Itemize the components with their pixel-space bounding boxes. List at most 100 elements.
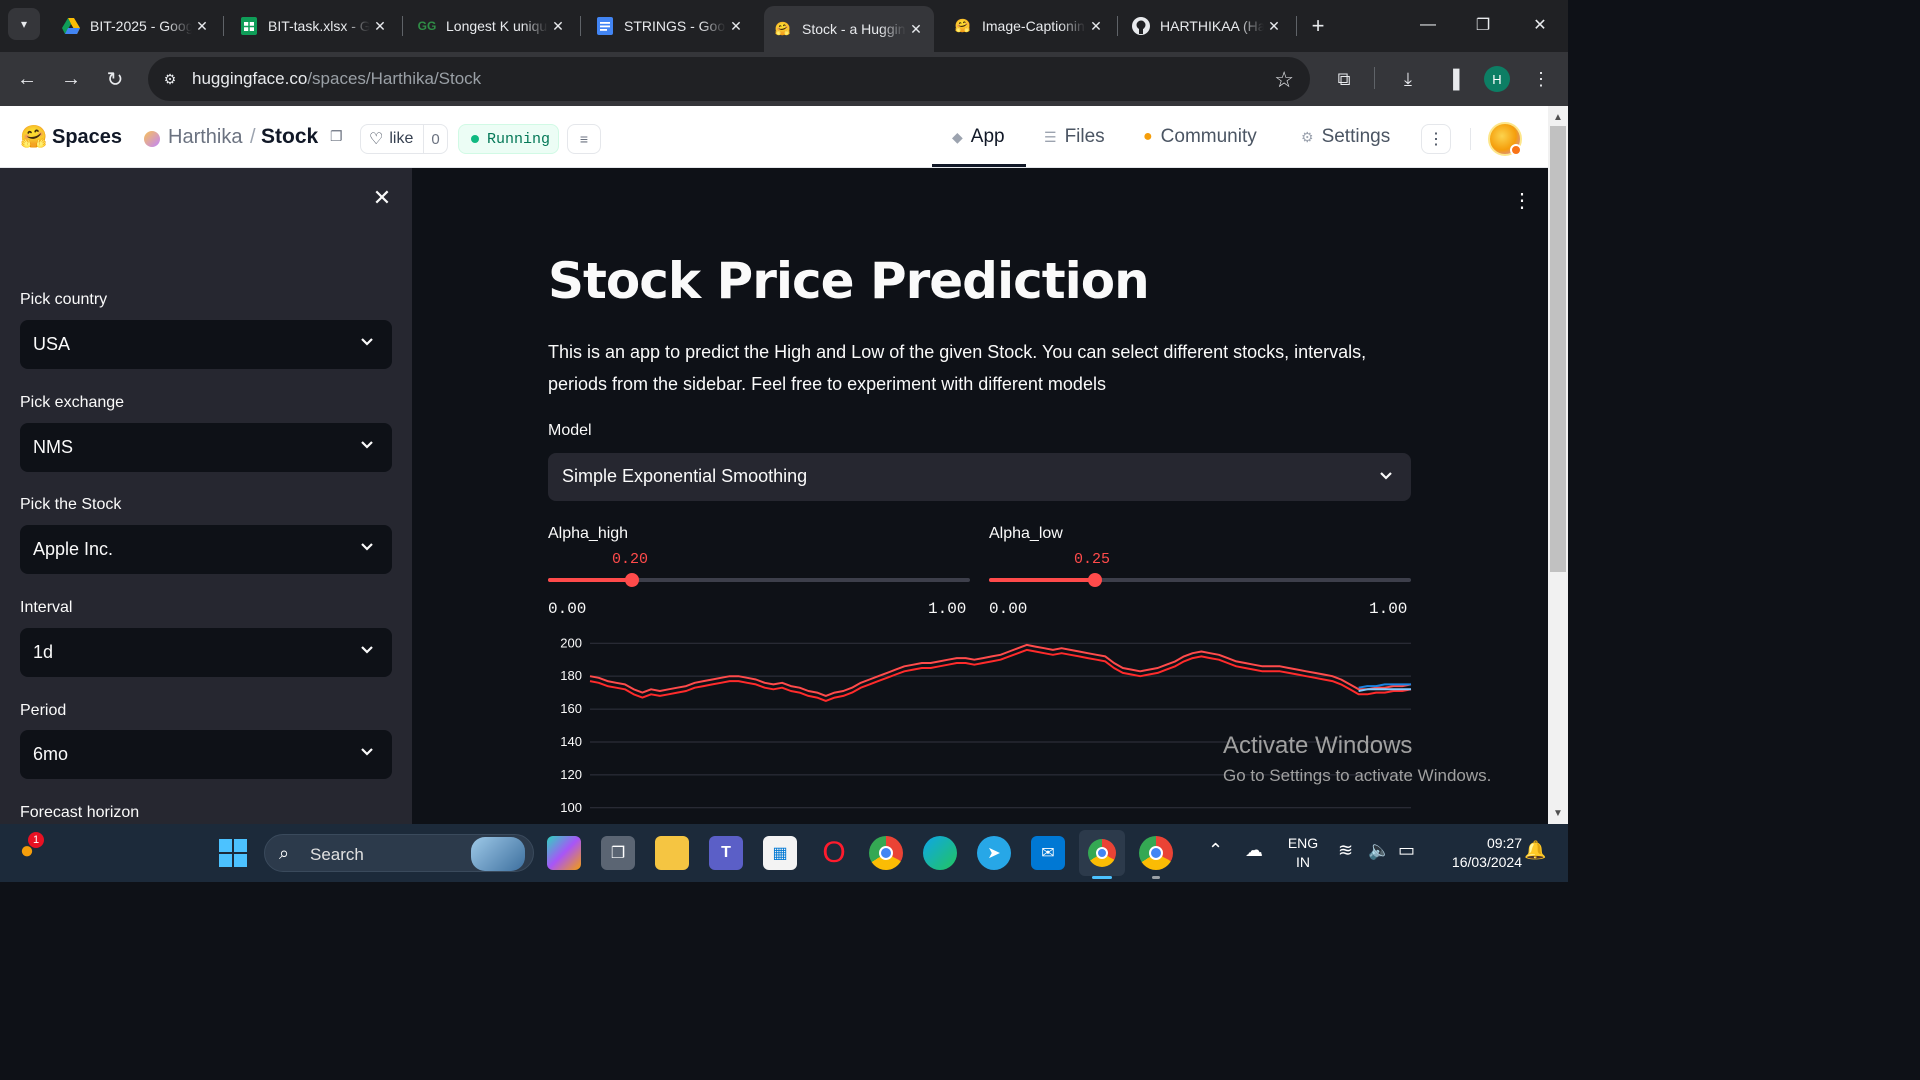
browser-tab[interactable]: 🤗 Image-Captioning ✕ bbox=[944, 8, 1114, 44]
tab-files[interactable]: ☰ Files bbox=[1044, 126, 1105, 148]
close-sidebar-icon[interactable]: ✕ bbox=[370, 185, 394, 210]
slider-thumb[interactable] bbox=[1087, 573, 1102, 587]
opera-icon[interactable]: O bbox=[817, 836, 851, 870]
extensions-icon[interactable]: ⧉ bbox=[1330, 65, 1358, 93]
close-tab-icon[interactable]: ✕ bbox=[370, 16, 390, 36]
browser-tab[interactable]: BIT-2025 - Google Drive ✕ bbox=[52, 8, 220, 44]
browser-toolbar: ← → ↻ ⚙ huggingface.co/spaces/Harthika/S… bbox=[0, 52, 1568, 106]
user-avatar[interactable] bbox=[1488, 122, 1522, 156]
clock[interactable]: 09:27 16/03/2024 bbox=[1430, 834, 1522, 872]
copy-icon[interactable]: ❐ bbox=[330, 128, 346, 144]
browser-tab[interactable]: HARTHIKAA (Harthika) ✕ bbox=[1122, 8, 1292, 44]
chart-series-line-0[interactable] bbox=[589, 643, 1412, 697]
mail-icon[interactable]: ✉ bbox=[1031, 836, 1065, 870]
more-options-icon[interactable]: ⋮ bbox=[1421, 124, 1451, 154]
slider-thumb[interactable] bbox=[625, 573, 640, 587]
back-icon[interactable]: ← bbox=[11, 63, 43, 95]
browser-tab-active[interactable]: 🤗 Stock - a Hugging Face Space ✕ bbox=[764, 6, 934, 52]
status-badge[interactable]: Running bbox=[458, 124, 559, 154]
close-tab-icon[interactable]: ✕ bbox=[1264, 16, 1284, 36]
close-tab-icon[interactable]: ✕ bbox=[1086, 16, 1106, 36]
owner-link[interactable]: Harthika bbox=[168, 126, 242, 149]
download-icon[interactable]: ⤓ bbox=[1394, 65, 1422, 93]
logs-icon[interactable]: ≡ bbox=[567, 124, 601, 154]
scroll-up-arrow-icon[interactable]: ▲ bbox=[1548, 108, 1568, 126]
browser-tab[interactable]: GG Longest K unique characters ✕ bbox=[408, 8, 576, 44]
tab-app[interactable]: ◆ App bbox=[952, 126, 1005, 148]
stock-label: Pick the Stock bbox=[20, 496, 122, 513]
hugging-face-logo-icon[interactable]: 🤗 bbox=[20, 125, 47, 149]
app-sidebar: ✕ Pick country USA Pick exchange NMS Pic… bbox=[0, 168, 412, 824]
onedrive-icon[interactable]: ☁ bbox=[1245, 840, 1263, 861]
app-menu-icon[interactable]: ⋮ bbox=[1512, 188, 1532, 213]
taskbar-search[interactable]: ⌕ Search bbox=[264, 834, 534, 872]
close-tab-icon[interactable]: ✕ bbox=[548, 16, 568, 36]
close-tab-icon[interactable]: ✕ bbox=[906, 19, 926, 39]
url-text[interactable]: huggingface.co/spaces/Harthika/Stock bbox=[192, 69, 481, 89]
interval-select[interactable]: 1d bbox=[20, 628, 392, 677]
microsoft-store-icon[interactable]: ▦ bbox=[763, 836, 797, 870]
profile-avatar[interactable]: H bbox=[1484, 66, 1510, 92]
restore-button[interactable]: ❐ bbox=[1461, 10, 1505, 40]
chart-series-line-1[interactable] bbox=[589, 648, 1412, 702]
side-panel-icon[interactable]: ▐ bbox=[1439, 65, 1467, 93]
site-info-icon[interactable]: ⚙ bbox=[160, 69, 180, 89]
new-tab-button[interactable]: + bbox=[1304, 12, 1332, 40]
tab-settings[interactable]: ⚙ Settings bbox=[1301, 126, 1390, 148]
scrollbar-thumb[interactable] bbox=[1550, 126, 1566, 572]
volume-icon[interactable]: 🔈 bbox=[1368, 840, 1390, 861]
country-select[interactable]: USA bbox=[20, 320, 392, 369]
chrome-icon[interactable] bbox=[869, 836, 903, 870]
tab-community[interactable]: ● Community bbox=[1143, 126, 1257, 148]
slider-min: 0.00 bbox=[989, 600, 1028, 618]
repo-name-link[interactable]: Stock bbox=[261, 125, 318, 149]
browser-tab[interactable]: STRINGS - Google Docs ✕ bbox=[586, 8, 754, 44]
telegram-icon[interactable]: ➤ bbox=[977, 836, 1011, 870]
y-tick-label: 200 bbox=[560, 638, 582, 650]
bookmark-star-icon[interactable]: ☆ bbox=[1274, 67, 1294, 93]
show-hidden-icons-icon[interactable]: ⌃ bbox=[1208, 840, 1223, 861]
y-tick-label: 140 bbox=[560, 734, 582, 749]
stock-select[interactable]: Apple Inc. bbox=[20, 525, 392, 574]
scroll-down-arrow-icon[interactable]: ▼ bbox=[1548, 804, 1568, 822]
page-scrollbar[interactable]: ▲ ▼ bbox=[1548, 106, 1568, 824]
wifi-icon[interactable]: ≋ bbox=[1338, 840, 1353, 861]
weather-widget-icon[interactable]: ● 1 bbox=[10, 832, 44, 868]
windows-start-icon[interactable] bbox=[219, 839, 247, 867]
alpha-low-slider[interactable] bbox=[989, 573, 1411, 587]
edge-icon[interactable] bbox=[923, 836, 957, 870]
like-button[interactable]: ♡ like 0 bbox=[360, 124, 448, 154]
y-tick-label: 120 bbox=[560, 767, 582, 782]
close-window-button[interactable]: ✕ bbox=[1518, 10, 1562, 40]
exchange-select[interactable]: NMS bbox=[20, 423, 392, 472]
period-select[interactable]: 6mo bbox=[20, 730, 392, 779]
app-description: This is an app to predict the High and L… bbox=[548, 342, 1367, 394]
reload-icon[interactable]: ↻ bbox=[99, 63, 131, 95]
chrome-profile-icon[interactable] bbox=[1139, 836, 1173, 870]
price-chart[interactable]: 200 180 160 140 120 100 bbox=[542, 638, 1422, 818]
model-select[interactable]: Simple Exponential Smoothing bbox=[548, 453, 1411, 501]
y-tick-label: 100 bbox=[560, 800, 582, 815]
tab-search-button[interactable]: ▾ bbox=[8, 8, 40, 40]
chrome-profile-h-icon[interactable] bbox=[1079, 830, 1125, 876]
browser-menu-icon[interactable]: ⋮ bbox=[1527, 65, 1555, 93]
alpha-high-slider[interactable] bbox=[548, 573, 970, 587]
forward-icon[interactable]: → bbox=[55, 63, 87, 95]
windows-activation-watermark: Activate Windows Go to Settings to activ… bbox=[1223, 732, 1492, 785]
battery-icon[interactable]: ▭ bbox=[1398, 840, 1415, 861]
copilot-icon[interactable] bbox=[547, 836, 581, 870]
notifications-bell-icon[interactable]: 🔔 bbox=[1524, 840, 1546, 861]
hf-space-header: 🤗 Spaces Harthika / Stock ❐ ♡ like 0 Run… bbox=[0, 106, 1548, 168]
task-view-icon[interactable]: ❐ bbox=[601, 836, 635, 870]
browser-tab[interactable]: BIT-task.xlsx - Google Sheets ✕ bbox=[230, 8, 398, 44]
file-explorer-icon[interactable] bbox=[655, 836, 689, 870]
minimize-button[interactable]: — bbox=[1406, 10, 1450, 40]
address-bar[interactable]: ⚙ huggingface.co/spaces/Harthika/Stock ☆ bbox=[148, 57, 1310, 101]
close-tab-icon[interactable]: ✕ bbox=[726, 16, 746, 36]
close-tab-icon[interactable]: ✕ bbox=[192, 16, 212, 36]
language-indicator[interactable]: ENG IN bbox=[1285, 834, 1321, 872]
spaces-link[interactable]: Spaces bbox=[52, 126, 122, 149]
teams-icon[interactable]: T bbox=[709, 836, 743, 870]
like-label: like bbox=[389, 130, 414, 147]
windows-taskbar: ● 1 ⌕ Search ❐ T ▦ O ➤ ✉ ⌃ ☁ ENG IN ≋ 🔈 ▭… bbox=[0, 824, 1568, 882]
